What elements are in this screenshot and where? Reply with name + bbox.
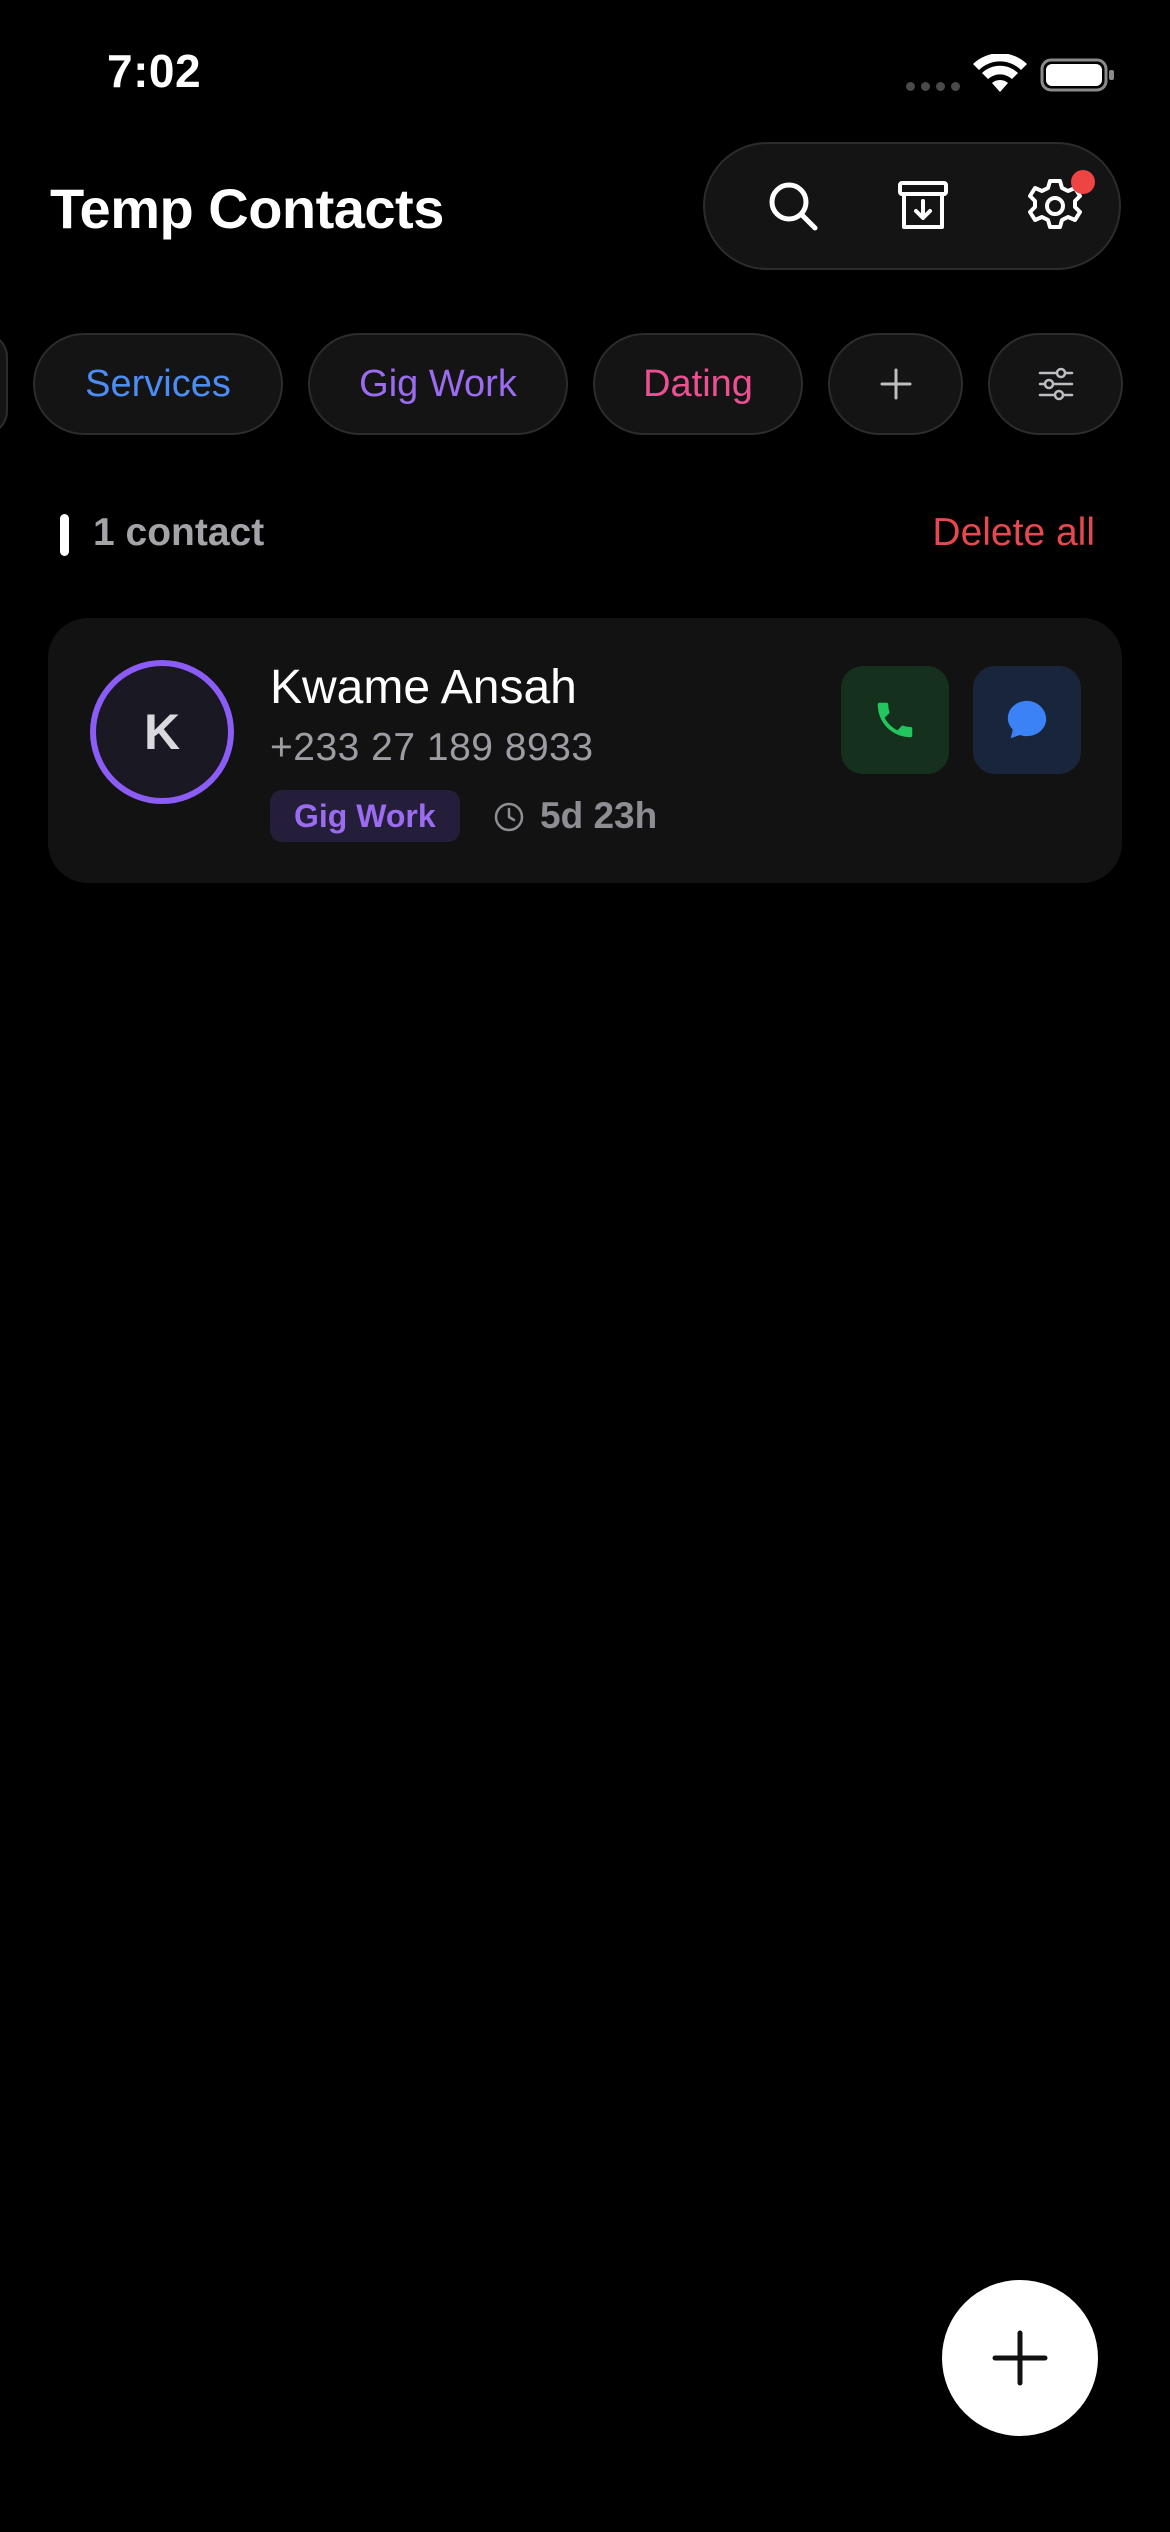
- plus-icon: [992, 2330, 1048, 2386]
- header-actions: [703, 142, 1121, 270]
- status-time: 7:02: [107, 45, 202, 97]
- add-contact-button[interactable]: [942, 2280, 1098, 2436]
- call-button[interactable]: [841, 666, 949, 774]
- contact-count: 1 contact: [93, 511, 265, 554]
- filter-settings-button[interactable]: [988, 333, 1123, 435]
- count-indicator-bar: [60, 514, 69, 556]
- settings-button[interactable]: [1015, 166, 1095, 246]
- chip-offscreen[interactable]: [0, 333, 8, 435]
- clock-icon: [494, 802, 524, 832]
- search-button[interactable]: [753, 166, 833, 246]
- phone-icon: [877, 702, 913, 738]
- message-button[interactable]: [973, 666, 1081, 774]
- plus-icon: [880, 368, 911, 400]
- archive-button[interactable]: [883, 166, 963, 246]
- avatar: K: [90, 660, 234, 804]
- page-title: Temp Contacts: [50, 177, 444, 240]
- filter-chips: Services Gig Work Dating: [0, 333, 1170, 435]
- archive-icon: [898, 181, 948, 229]
- delete-all-button[interactable]: Delete all: [932, 511, 1095, 555]
- search-icon: [769, 182, 818, 231]
- contact-name: Kwame Ansah: [270, 661, 577, 714]
- contact-card[interactable]: K Kwame Ansah +233 27 189 8933 Gig Work …: [48, 618, 1122, 883]
- notification-dot: [1071, 170, 1095, 194]
- chat-bubble-icon: [1007, 700, 1047, 739]
- battery-icon: [1040, 58, 1114, 92]
- wifi-icon: [973, 54, 1027, 92]
- sliders-icon: [1038, 367, 1073, 401]
- expiry-countdown: 5d 23h: [540, 795, 658, 836]
- category-tag: Gig Work: [270, 790, 460, 842]
- cellular-signal-icon: [906, 82, 960, 92]
- app-screen: 7:02 Temp Contacts Services Gig Work Dat…: [0, 0, 1170, 2532]
- chip-services[interactable]: Services: [33, 333, 283, 435]
- chip-dating[interactable]: Dating: [593, 333, 803, 435]
- contact-phone: +233 27 189 8933: [270, 726, 594, 769]
- chip-gig-work[interactable]: Gig Work: [308, 333, 568, 435]
- add-category-button[interactable]: [828, 333, 963, 435]
